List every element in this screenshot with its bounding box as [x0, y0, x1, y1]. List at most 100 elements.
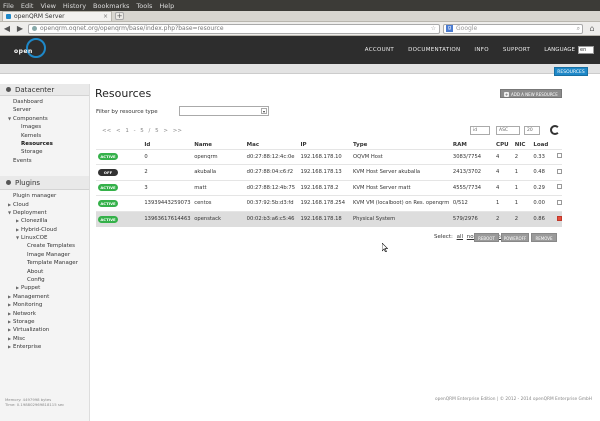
new-tab-button[interactable]: + — [115, 12, 124, 20]
menu-tools[interactable]: Tools — [136, 2, 152, 10]
sidebar-item-events[interactable]: Events — [0, 157, 89, 165]
nav-support[interactable]: SUPPORT — [503, 47, 530, 53]
col-type[interactable]: Type — [351, 141, 451, 149]
last-page-link[interactable]: >> — [173, 128, 182, 134]
col-load[interactable]: Load — [531, 141, 555, 149]
select-all-link[interactable]: all — [457, 234, 463, 240]
stats-footer: Memory: 4497998 bytes Time: 0.1988029698… — [5, 397, 65, 407]
col-mac[interactable]: Mac — [245, 141, 299, 149]
language-selector: LANGUAGE en — [544, 46, 594, 54]
sidebar-item-template-manager[interactable]: Template Manager — [0, 259, 89, 267]
sidebar-item-misc[interactable]: ▶ Misc — [0, 335, 89, 343]
menu-bookmarks[interactable]: Bookmarks — [93, 2, 129, 10]
sidebar-item-image-manager[interactable]: Image Manager — [0, 251, 89, 259]
name-cell: openqrm — [192, 148, 245, 165]
order-select[interactable]: ASC — [496, 126, 520, 135]
bookmark-star-icon[interactable]: ☆ — [431, 25, 436, 32]
table-row[interactable]: ACTIVE 13939443259073 centos 00:37:92:5b:d3… — [96, 195, 562, 211]
search-box[interactable]: g Google ⌕ — [443, 23, 583, 34]
sidebar-item-clonezilla[interactable]: ▶ Clonezilla — [0, 217, 89, 225]
row-checkbox[interactable] — [557, 199, 562, 205]
status-badge: ACTIVE — [98, 215, 118, 223]
col-ip[interactable]: IP — [298, 141, 351, 149]
sidebar-item-network[interactable]: ▶ Network — [0, 310, 89, 318]
col-ram[interactable]: RAM — [451, 141, 494, 149]
top-nav: ACCOUNT DOCUMENTATION INFO SUPPORT LANGU… — [351, 36, 594, 64]
sidebar-item-kernels[interactable]: Kernels — [0, 132, 89, 140]
url-bar[interactable]: openqrm.oqnet.org/openqrm/base/index.php… — [28, 23, 440, 34]
sidebar-item-config[interactable]: Config — [0, 276, 89, 284]
sidebar-item-deployment[interactable]: ▼ Deployment — [0, 209, 89, 217]
menu-history[interactable]: History — [63, 2, 86, 10]
col-name[interactable]: Name — [192, 141, 244, 149]
type-cell: Physical System — [351, 210, 451, 227]
search-icon[interactable]: ⌕ — [577, 25, 580, 33]
col-cpu[interactable]: CPU — [494, 141, 513, 149]
sidebar-item-storage[interactable]: ▶ Storage — [0, 318, 89, 326]
close-tab-icon[interactable]: × — [103, 13, 108, 20]
limit-select[interactable]: 20 — [524, 126, 540, 135]
reboot-button[interactable]: REBOOT — [474, 233, 499, 242]
search-placeholder: Google — [456, 25, 478, 32]
status-badge: ACTIVE — [98, 184, 118, 192]
menu-file[interactable]: File — [3, 2, 14, 10]
menu-edit[interactable]: Edit — [21, 2, 34, 10]
next-page-link[interactable]: > — [163, 128, 168, 134]
load-cell: 0.29 — [531, 179, 555, 196]
sidebar-item-monitoring[interactable]: ▶ Monitoring — [0, 301, 89, 309]
sidebar-item-components[interactable]: ▼ Components — [0, 115, 89, 123]
language-select[interactable]: en — [578, 46, 594, 54]
menu-help[interactable]: Help — [159, 2, 174, 10]
browser-tab[interactable]: openQRM Server × — [2, 11, 112, 21]
resource-type-filter[interactable]: ▾ — [179, 106, 269, 116]
sidebar-item-management[interactable]: ▶ Management — [0, 293, 89, 301]
refresh-icon[interactable] — [550, 125, 560, 135]
datacenter-menu: Dashboard Server ▼ Components Images Kernels R… — [0, 96, 89, 165]
sidebar-item-plugin-manager[interactable]: Plugin manager — [0, 192, 89, 200]
menu-view[interactable]: View — [40, 2, 55, 10]
row-checkbox[interactable] — [557, 215, 562, 221]
forward-arrow-icon[interactable]: ▶ — [15, 24, 25, 34]
sidebar-item-hybrid-cloud[interactable]: ▶ Hybrid-Cloud — [0, 226, 89, 234]
sidebar-item-enterprise[interactable]: ▶ Enterprise — [0, 343, 89, 351]
resources-table: Id Name Mac IP Type RAM CPU NIC Load ACT… — [96, 141, 562, 227]
load-cell: 0.86 — [531, 210, 555, 227]
sidebar-item-dashboard[interactable]: Dashboard — [0, 98, 89, 106]
prev-page-link[interactable]: < — [116, 128, 121, 134]
plugins-header[interactable]: Plugins — [0, 176, 89, 191]
nav-documentation[interactable]: DOCUMENTATION — [408, 47, 460, 53]
row-checkbox[interactable] — [557, 184, 562, 190]
sidebar-item-storage[interactable]: Storage — [0, 148, 89, 156]
datacenter-header[interactable]: Datacenter — [0, 84, 89, 96]
openqrm-logo[interactable]: open — [14, 38, 50, 62]
table-row[interactable]: ACTIVE 3 matt d0:27:88:12:4b:75 192.168.178.… — [96, 179, 562, 196]
remove-button[interactable]: REMOVE — [531, 233, 557, 242]
nav-info[interactable]: INFO — [474, 47, 488, 53]
add-resource-button[interactable]: + ADD A NEW RESOURCE — [500, 89, 562, 98]
resources-button[interactable]: RESOURCES — [554, 67, 588, 76]
sidebar-item-about[interactable]: About — [0, 268, 89, 276]
first-page-link[interactable]: << — [102, 128, 111, 134]
col-id[interactable]: Id — [142, 141, 192, 149]
row-checkbox[interactable] — [557, 168, 562, 174]
row-checkbox[interactable] — [557, 153, 562, 159]
table-row[interactable]: OFF 2 akuballa d0:27:88:04:c6:f2 192.168.178… — [96, 164, 562, 180]
sidebar-item-server[interactable]: Server — [0, 106, 89, 114]
sidebar-item-virtualization[interactable]: ▶ Virtualization — [0, 326, 89, 334]
home-icon[interactable]: ⌂ — [586, 24, 598, 34]
nav-account[interactable]: ACCOUNT — [365, 47, 394, 53]
sidebar-item-resources[interactable]: Resources — [0, 140, 89, 148]
table-row[interactable]: ACTIVE 0 openqrm d0:27:88:12:4c:0e 192.168.1… — [96, 148, 562, 165]
sidebar-item-linuxcoe[interactable]: ▼ LinuxCOE — [0, 234, 89, 242]
sidebar-item-images[interactable]: Images — [0, 123, 89, 131]
app-header: open ACCOUNT DOCUMENTATION INFO SUPPORT … — [0, 36, 600, 64]
sidebar-item-create-templates[interactable]: Create Templates — [0, 242, 89, 250]
back-arrow-icon[interactable]: ◀ — [2, 24, 12, 34]
poweroff-button[interactable]: POWEROFF — [501, 233, 529, 242]
google-icon: g — [446, 25, 453, 32]
col-nic[interactable]: NIC — [513, 141, 532, 149]
table-row[interactable]: ACTIVE 13963617614463 openstack 00:02:b3:a6… — [96, 210, 562, 227]
sort-select[interactable]: id — [470, 126, 490, 135]
sidebar-item-puppet[interactable]: ▶ Puppet — [0, 284, 89, 292]
sidebar-item-cloud[interactable]: ▶ Cloud — [0, 201, 89, 209]
